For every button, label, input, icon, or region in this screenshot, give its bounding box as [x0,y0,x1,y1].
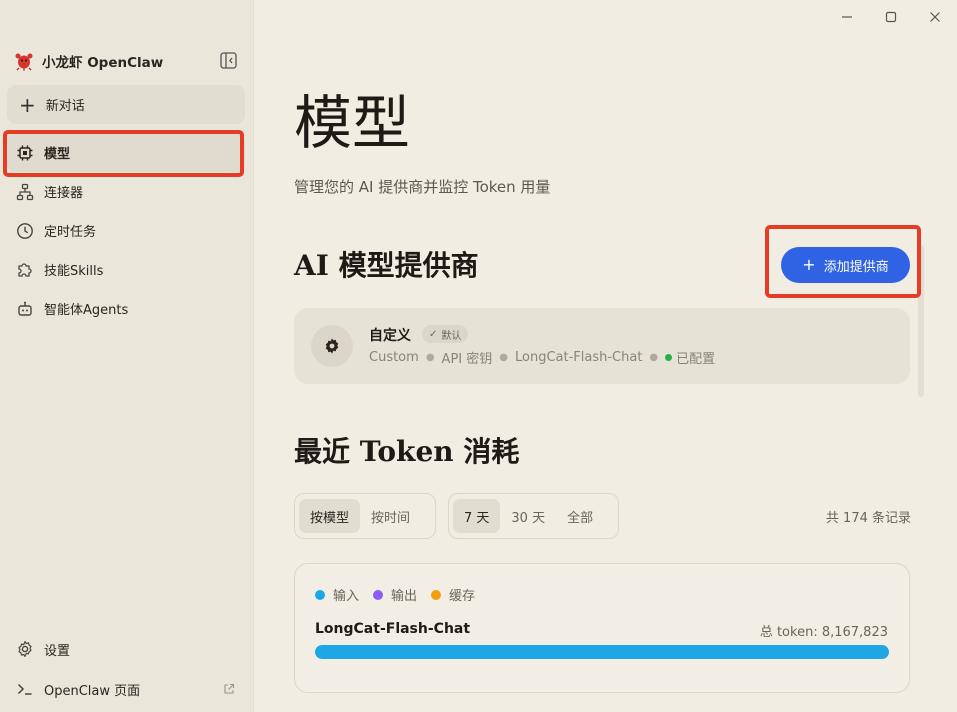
sidebar: 小龙虾 OpenClaw + 新对话 模型 连接器 定时任务 技能Skills … [0,0,254,712]
sidebar-item-label: 连接器 [44,186,84,201]
legend-label: 输入 [333,589,360,604]
brand[interactable]: 小龙虾 OpenClaw [14,50,163,72]
sidebar-item-models[interactable]: 模型 [7,133,245,172]
terminal-icon [16,680,34,698]
sidebar-item-scheduled-tasks[interactable]: 定时任务 [7,211,245,250]
sidebar-item-label: OpenClaw 页面 [44,683,141,699]
sidebar-item-label: 智能体Agents [44,303,129,318]
robot-icon [16,300,34,318]
separator-dot: ● [499,352,508,363]
sidebar-item-skills[interactable]: 技能Skills [7,250,245,289]
sidebar-collapse-icon[interactable] [220,52,237,69]
new-chat-label: 新对话 [45,99,85,114]
separator-dot: ● [425,352,435,363]
lobster-logo-icon [15,53,33,71]
close-button[interactable] [913,0,957,34]
sidebar-item-label: 技能Skills [44,264,104,279]
range-30d-button[interactable]: 30 天 [500,499,556,533]
new-chat-button[interactable]: + 新对话 [7,85,245,124]
provider-name: 自定义 [369,328,411,344]
status-ok-dot [665,354,673,361]
minimize-button[interactable] [825,0,869,34]
maximize-icon [885,11,897,23]
page-title: 模型 [294,89,411,157]
legend-item-cache: 缓存 [431,585,475,604]
sidebar-item-label: 模型 [44,147,71,162]
maximize-button[interactable] [869,0,913,34]
plus-icon: + [802,255,816,274]
main-scrollbar[interactable] [918,245,924,397]
legend-item-input: 输入 [315,585,359,604]
provider-meta: Custom ● API 密钥 ● LongCat-Flash-Chat ● 已… [369,348,715,367]
range-7d-button[interactable]: 7 天 [453,499,501,533]
default-badge: ✓ 默认 [422,325,469,343]
token-usage-card: 输入 输出 缓存 LongCat-Flash-Chat 总 token: 8,1… [294,563,910,693]
sidebar-item-settings[interactable]: 设置 [7,629,245,669]
provider-type: Custom [369,350,419,365]
add-provider-label: 添加提供商 [823,259,889,275]
group-by-time-button[interactable]: 按时间 [360,499,421,533]
separator-dot: ● [649,352,659,363]
check-icon: ✓ [429,328,438,340]
minimize-icon [842,16,852,18]
sidebar-nav: 模型 连接器 定时任务 技能Skills 智能体Agents [7,133,245,328]
record-count: 共 174 条记录 [825,511,911,526]
legend-dot [315,589,325,600]
close-icon [930,12,940,22]
provider-auth: API 密钥 [441,352,493,367]
chip-icon [16,144,34,162]
provider-settings-button[interactable] [311,325,353,367]
provider-model: LongCat-Flash-Chat [514,350,643,365]
provider-status: 已配置 [676,352,716,367]
sidebar-item-label: 设置 [44,643,71,659]
default-badge-label: 默认 [441,330,462,342]
network-icon [16,183,34,201]
sidebar-item-openclaw-page[interactable]: OpenClaw 页面 [7,669,245,709]
page-subtitle: 管理您的 AI 提供商并监控 Token 用量 [294,178,551,196]
usage-model-name: LongCat-Flash-Chat [315,621,471,637]
group-by-toggle: 按模型 按时间 [294,493,436,539]
external-link-icon [224,683,235,694]
brand-name: 小龙虾 OpenClaw [42,55,164,71]
range-all-button[interactable]: 全部 [556,499,604,533]
gear-icon [325,338,339,354]
window-controls [825,0,957,36]
sidebar-item-agents[interactable]: 智能体Agents [7,289,245,328]
providers-section-title: AI 模型提供商 [294,249,479,282]
token-usage-section-title: 最近 Token 消耗 [294,435,520,468]
sidebar-item-connectors[interactable]: 连接器 [7,172,245,211]
usage-bar-input [315,645,889,659]
plus-icon: + [19,92,36,117]
puzzle-icon [16,261,34,279]
usage-total-token: 总 token: 8,167,823 [759,625,888,640]
usage-bar-track [315,645,889,659]
sidebar-bottom: 设置 OpenClaw 页面 [7,629,245,709]
legend-dot [373,589,384,600]
legend-label: 缓存 [449,589,476,604]
legend-item-output: 输出 [373,585,417,604]
clock-icon [16,222,34,240]
group-by-model-button[interactable]: 按模型 [299,499,361,533]
add-provider-button[interactable]: + 添加提供商 [781,247,910,283]
legend-label: 输出 [391,589,418,604]
provider-card[interactable]: 自定义 ✓ 默认 Custom ● API 密钥 ● LongCat-Flash… [294,308,910,384]
gear-icon [16,640,34,658]
legend-dot [431,589,442,600]
time-range-toggle: 7 天 30 天 全部 [448,493,619,539]
sidebar-item-label: 定时任务 [44,225,97,240]
usage-legend: 输入 输出 缓存 [315,585,489,604]
